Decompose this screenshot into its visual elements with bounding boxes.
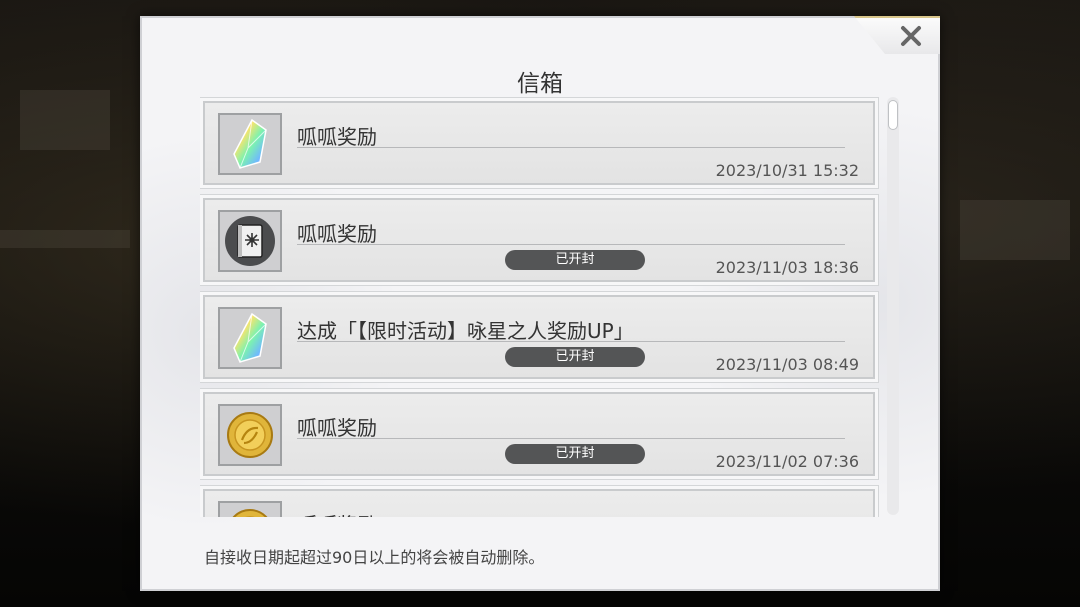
mail-date: 2023/11/03 08:49: [715, 355, 859, 374]
opened-badge: 已开封: [505, 250, 645, 270]
scrollbar-thumb[interactable]: [888, 100, 898, 130]
mail-title: 呱呱奖励: [297, 125, 377, 149]
background-window: [960, 200, 1070, 260]
gold-coin-icon: [227, 412, 273, 458]
mail-title: 呱呱奖励: [297, 416, 377, 440]
mail-title: 呱呱奖励: [297, 222, 377, 246]
mail-date: 2023/11/02 07:36: [715, 452, 859, 471]
mail-list[interactable]: 呱呱奖励 2023/10/31 15:32 呱呱奖励 已开封 2023/11/0…: [200, 97, 880, 517]
rainbow-crystal-icon: [233, 312, 267, 363]
mail-title: 呱呱奖励: [297, 509, 377, 517]
auto-delete-note: 自接收日期起超过90日以上的将会被自动删除。: [204, 548, 545, 567]
mail-item[interactable]: 呱呱奖励 已开封 2023/11/02 07:36: [203, 392, 875, 476]
divider: [297, 244, 845, 245]
mail-item[interactable]: 呱呱奖励: [203, 489, 875, 517]
book-icon: [225, 216, 275, 266]
scrollbar-track[interactable]: [887, 97, 899, 515]
mail-date: 2023/11/03 18:36: [715, 258, 859, 277]
mail-item[interactable]: 呱呱奖励 2023/10/31 15:32: [203, 101, 875, 185]
item-icon-frame: [218, 404, 282, 466]
item-icon-frame: [218, 113, 282, 175]
opened-badge: 已开封: [505, 347, 645, 367]
item-icon-frame: [218, 501, 282, 517]
mail-item[interactable]: 呱呱奖励 已开封 2023/11/03 18:36: [203, 198, 875, 282]
dialog-title: 信箱: [517, 71, 563, 97]
mail-date: 2023/10/31 15:32: [715, 161, 859, 180]
background-ledge: [0, 230, 130, 248]
rainbow-crystal-icon: [233, 118, 267, 169]
divider: [297, 147, 845, 148]
gold-coin-icon: [232, 509, 268, 517]
divider: [297, 438, 845, 439]
mail-title: 达成「【限时活动】咏星之人奖励UP」: [297, 319, 634, 343]
opened-badge: 已开封: [505, 444, 645, 464]
background-window: [20, 90, 110, 150]
close-icon: [901, 26, 921, 46]
mail-item[interactable]: 达成「【限时活动】咏星之人奖励UP」 已开封 2023/11/03 08:49: [203, 295, 875, 379]
divider: [297, 341, 845, 342]
item-icon-frame: [218, 210, 282, 272]
item-icon-frame: [218, 307, 282, 369]
